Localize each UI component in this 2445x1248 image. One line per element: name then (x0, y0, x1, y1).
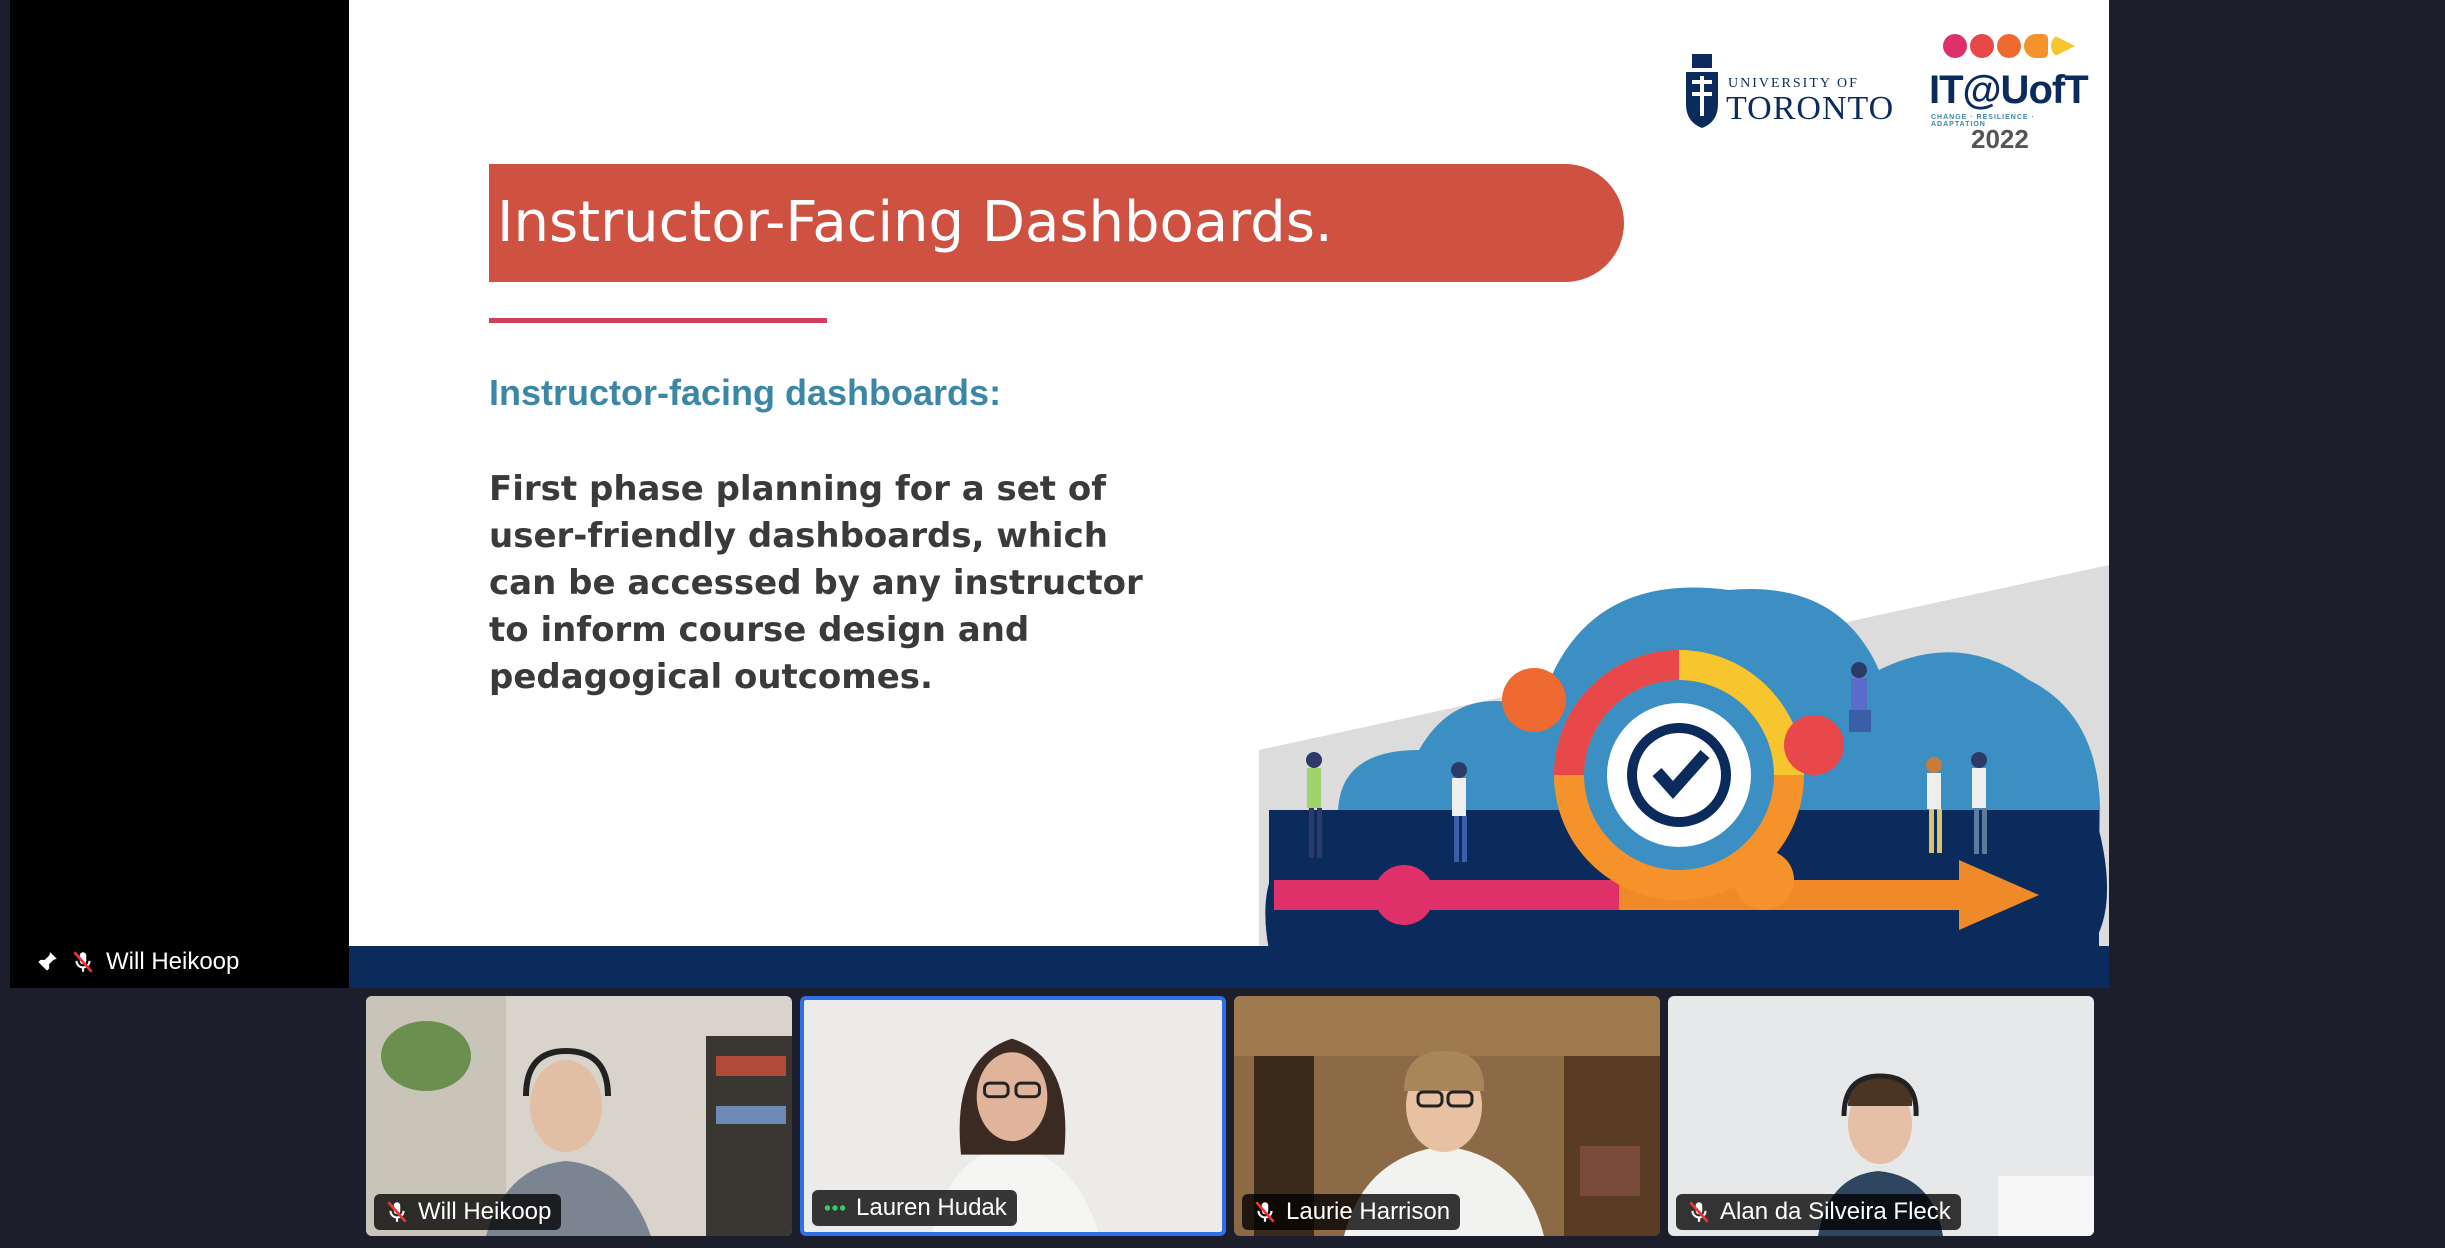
gear-cloud-illustration (1259, 565, 2109, 950)
participant-nameplate: Will Heikoop (374, 1194, 562, 1230)
itoft-dots (1943, 34, 2075, 58)
participant-tile[interactable]: Will Heikoop (366, 996, 792, 1236)
participant-tile[interactable]: Laurie Harrison (1234, 996, 1660, 1236)
itoft-logo: IT@UofT CHANGE · RESILIENCE · ADAPTATION… (1929, 34, 2089, 154)
mic-muted-icon (73, 951, 93, 973)
slide-footer-bar (349, 946, 2109, 988)
participant-name: Alan da Silveira Fleck (1720, 1198, 1951, 1225)
main-speaker-name: Will Heikoop (106, 948, 240, 975)
itoft-year: 2022 (1971, 124, 2029, 154)
slide-subheading: Instructor-facing dashboards: (489, 372, 1002, 413)
title-banner: Instructor-Facing Dashboards. (489, 164, 1624, 282)
participant-nameplate: Laurie Harrison (1242, 1194, 1461, 1230)
uoft-logo: UNIVERSITY OF TORONTO (1684, 52, 1894, 132)
participant-name: Will Heikoop (418, 1198, 552, 1225)
participant-name: Lauren Hudak (856, 1194, 1007, 1221)
slide-title: Instructor-Facing Dashboards. (497, 190, 1333, 255)
speaking-dots-icon (824, 1205, 846, 1211)
participant-tile[interactable]: Alan da Silveira Fleck (1668, 996, 2094, 1236)
uoft-logo-big: TORONTO (1726, 90, 1895, 127)
participant-name: Laurie Harrison (1286, 1198, 1451, 1225)
pin-icon[interactable] (34, 949, 60, 975)
participant-tile[interactable]: Lauren Hudak (800, 996, 1226, 1236)
uoft-crest-icon (1686, 54, 1718, 128)
participant-nameplate: Alan da Silveira Fleck (1676, 1194, 1961, 1230)
participant-nameplate: Lauren Hudak (812, 1190, 1017, 1226)
mic-muted-icon (387, 1201, 407, 1223)
mic-muted-icon (1689, 1201, 1709, 1223)
slide-body: First phase planning for a set of user-f… (489, 469, 1143, 697)
mic-muted-icon (1255, 1201, 1275, 1223)
main-speaker-label: Will Heikoop (34, 944, 239, 980)
shared-slide: UNIVERSITY OF TORONTO IT@UofT CHANGE · R… (349, 0, 2109, 988)
title-underline (489, 318, 827, 323)
itoft-word: IT@UofT (1929, 68, 2089, 112)
